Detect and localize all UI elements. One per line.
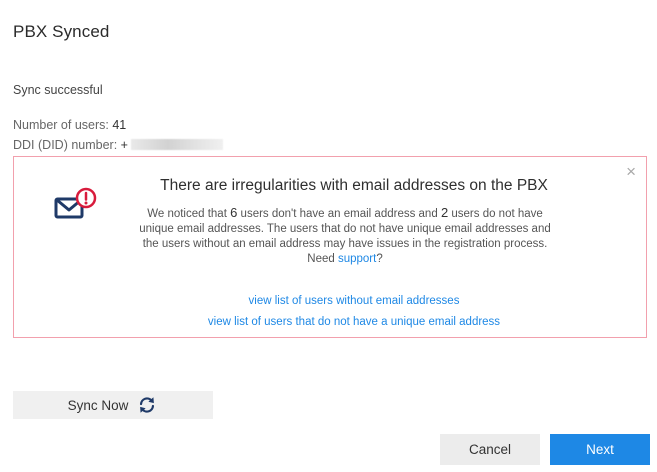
users-not-unique-email-link[interactable]: view list of users that do not have a un… [114, 316, 594, 328]
users-count-value: 41 [112, 118, 127, 132]
ddi-number-value: + [120, 138, 128, 152]
support-link[interactable]: support [338, 253, 376, 265]
cancel-button[interactable]: Cancel [440, 434, 540, 465]
alert-message: We noticed that 6 users don't have an em… [130, 205, 560, 267]
sync-icon [140, 397, 155, 413]
ddi-number-line: DDI (DID) number: + [13, 138, 223, 152]
alert-text-part: We noticed that [147, 208, 227, 220]
sync-now-button[interactable]: Sync Now [13, 391, 213, 419]
alert-title: There are irregularities with email addr… [160, 177, 548, 194]
ddi-number-label: DDI (DID) number: [13, 138, 118, 152]
question-mark: ? [376, 253, 383, 265]
page-title: PBX Synced [13, 22, 110, 41]
alert-text-part: users don't have an email address and [240, 208, 438, 220]
users-without-email-count: 6 [230, 205, 238, 220]
email-irregularities-alert: × There are irregularities with email ad… [13, 156, 647, 338]
need-support-label: Need [307, 253, 335, 265]
mail-alert-icon [54, 187, 97, 219]
users-count-line: Number of users: 41 [13, 118, 126, 132]
users-without-email-link[interactable]: view list of users without email address… [114, 295, 594, 307]
sync-status-text: Sync successful [13, 83, 103, 97]
close-icon[interactable]: × [626, 163, 636, 180]
users-not-unique-count: 2 [440, 205, 449, 220]
ddi-number-redacted [130, 139, 223, 150]
users-count-label: Number of users: [13, 118, 109, 132]
next-button[interactable]: Next [550, 434, 650, 465]
sync-now-label: Sync Now [67, 397, 129, 413]
